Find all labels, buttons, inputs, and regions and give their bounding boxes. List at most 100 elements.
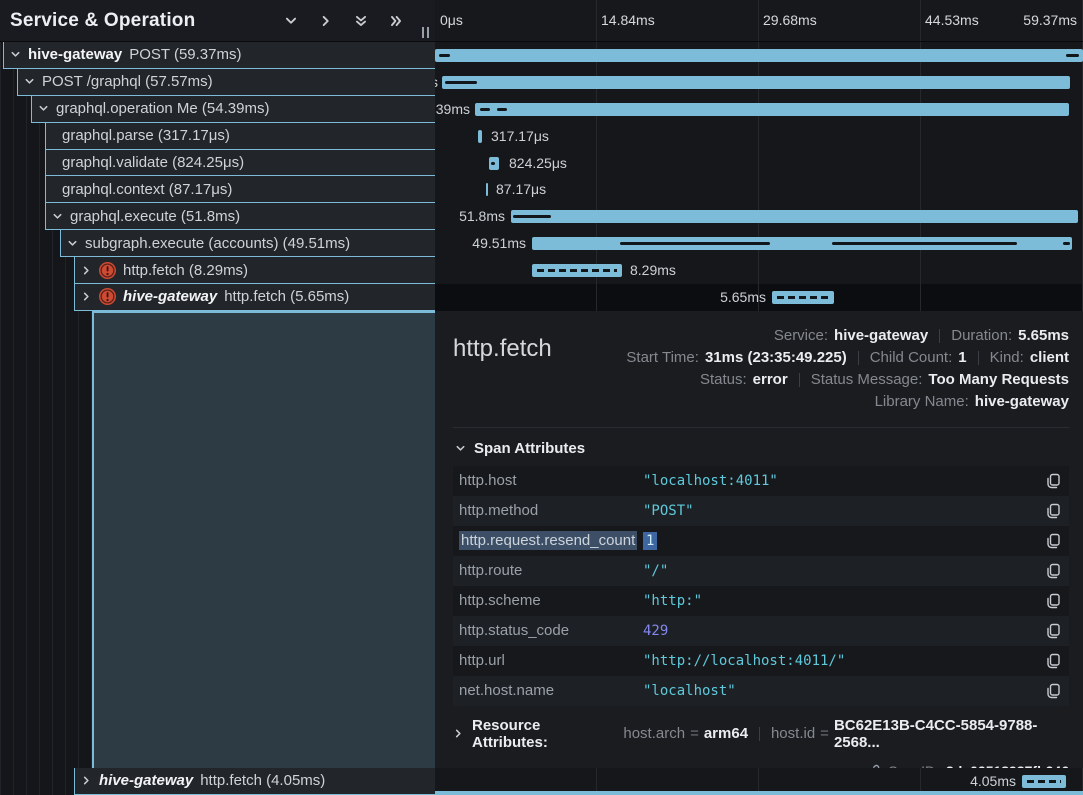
span-attributes-header[interactable]: Span Attributes	[455, 440, 1069, 457]
timeline-header: 0μs 14.84ms 29.68ms 44.53ms 59.37ms	[435, 0, 1083, 42]
copy-icon[interactable]	[1046, 503, 1061, 519]
panel-resize-handle[interactable]	[422, 27, 429, 38]
span-bar[interactable]	[532, 264, 622, 277]
tick-label: 44.53ms	[925, 12, 979, 28]
service-name: hive-gateway	[28, 46, 122, 63]
span-bar-row[interactable]: 8.29ms	[435, 257, 1083, 284]
chevron-down-icon[interactable]	[52, 211, 63, 222]
span-bar-row[interactable]: 54.39ms	[435, 96, 1083, 123]
span-bar[interactable]	[532, 237, 1072, 250]
attribute-value: "localhost:4011"	[643, 473, 1046, 489]
attribute-row[interactable]: http.route "/"	[453, 556, 1069, 586]
copy-icon[interactable]	[1046, 593, 1061, 609]
tree-row-graphql-execute[interactable]: graphql.execute (51.8ms)	[45, 203, 435, 230]
span-bar[interactable]	[475, 103, 1069, 116]
duration-label: 8.29ms	[630, 257, 676, 284]
resource-attributes-row[interactable]: Resource Attributes: host.arch = arm64 h…	[453, 717, 1069, 751]
tree-row-http-fetch-8[interactable]: http.fetch (8.29ms)	[74, 257, 435, 284]
attribute-row[interactable]: net.host.name "localhost"	[453, 676, 1069, 706]
operation-label: graphql.execute (51.8ms)	[70, 208, 240, 225]
copy-icon[interactable]	[1046, 623, 1061, 639]
operation-label: graphql.validate (824.25μs)	[62, 154, 244, 171]
copy-icon[interactable]	[1046, 533, 1061, 549]
span-bar[interactable]	[435, 49, 1083, 62]
collapse-one-icon[interactable]	[284, 14, 298, 28]
meta-label: Child Count:	[870, 349, 953, 366]
meta-value-status: error	[753, 371, 788, 388]
duration-label: 5.65ms	[706, 284, 766, 311]
attribute-row[interactable]: http.scheme "http:"	[453, 586, 1069, 616]
copy-icon[interactable]	[1046, 683, 1061, 699]
tree-row-post-graphql[interactable]: POST /graphql (57.57ms)	[17, 69, 435, 96]
span-bar[interactable]	[478, 130, 482, 143]
span-bar-row-selected[interactable]: 5.65ms	[435, 284, 1083, 311]
span-bar-row[interactable]: 51.8ms	[435, 203, 1083, 230]
attribute-row[interactable]: http.status_code 429	[453, 616, 1069, 646]
tree-row-subgraph-execute[interactable]: subgraph.execute (accounts) (49.51ms)	[60, 230, 435, 257]
copy-icon[interactable]	[1046, 473, 1061, 489]
chevron-down-icon[interactable]	[67, 238, 78, 249]
span-bar-row[interactable]: 87.17μs	[435, 176, 1083, 203]
tree-row-graphql-operation[interactable]: graphql.operation Me (54.39ms)	[31, 96, 435, 123]
attribute-row[interactable]: http.host "localhost:4011"	[453, 466, 1069, 496]
span-bar[interactable]	[489, 157, 499, 170]
span-bar-row[interactable]: 49.51ms	[435, 230, 1083, 257]
trace-viewer: Service & Operation hive-gateway POST (5…	[0, 0, 1083, 795]
span-bar[interactable]	[442, 76, 1070, 89]
duration-label: 824.25μs	[509, 150, 567, 177]
resource-attributes-title: Resource Attributes:	[472, 717, 611, 751]
tick-label: 59.37ms	[1023, 12, 1077, 28]
attribute-row[interactable]: http.method "POST"	[453, 496, 1069, 526]
span-bar[interactable]	[511, 210, 1078, 223]
chevron-right-icon[interactable]	[81, 775, 92, 786]
tree-row-http-fetch-4[interactable]: hive-gateway http.fetch (4.05ms)	[74, 768, 435, 795]
span-bar[interactable]	[772, 291, 834, 304]
tree-row-http-fetch-5-selected[interactable]: hive-gateway http.fetch (5.65ms)	[74, 284, 435, 311]
attribute-value: "http:"	[643, 593, 1046, 609]
attribute-value: "/"	[643, 563, 1046, 579]
selected-span-highlight-box[interactable]	[92, 311, 435, 768]
attribute-row[interactable]: http.url "http://localhost:4011/"	[453, 646, 1069, 676]
chevron-down-icon[interactable]	[38, 103, 49, 114]
expand-all-icon[interactable]	[389, 14, 403, 28]
attribute-value: "localhost"	[643, 683, 1046, 699]
equals-sign: =	[820, 725, 829, 742]
meta-label: Kind:	[990, 349, 1024, 366]
copy-icon[interactable]	[1046, 563, 1061, 579]
span-bar-row[interactable]: 57.57ms	[435, 69, 1083, 96]
attribute-value: "http://localhost:4011/"	[643, 653, 1046, 669]
chevron-right-icon[interactable]	[81, 291, 92, 302]
tree-row-hive-gateway-post[interactable]: hive-gateway POST (59.37ms)	[3, 42, 435, 69]
attribute-key: http.url	[459, 652, 643, 669]
operation-label: graphql.parse (317.17μs)	[62, 127, 230, 144]
duration-label: 54.39ms	[435, 96, 470, 123]
tick-label: 14.84ms	[601, 12, 655, 28]
span-bar-row[interactable]: 317.17μs	[435, 123, 1083, 150]
span-bar[interactable]	[1022, 775, 1066, 788]
duration-label: 51.8ms	[445, 203, 505, 230]
chevron-down-icon[interactable]	[24, 76, 35, 87]
expanded-span-region	[0, 311, 435, 768]
resource-value: BC62E13B-C4CC-5854-9788-2568...	[834, 717, 1069, 751]
span-bar[interactable]	[486, 183, 488, 196]
service-name: hive-gateway	[123, 288, 217, 305]
span-attributes-table: http.host "localhost:4011" http.method "…	[453, 466, 1069, 706]
chevron-down-icon[interactable]	[10, 49, 21, 60]
span-bar-row[interactable]	[435, 42, 1083, 69]
tree-row-graphql-context[interactable]: graphql.context (87.17μs)	[45, 176, 435, 203]
duration-label: 57.57ms	[435, 69, 438, 96]
expand-one-icon[interactable]	[319, 14, 333, 28]
copy-icon[interactable]	[1046, 653, 1061, 669]
duration-label: 87.17μs	[496, 176, 546, 203]
equals-sign: =	[690, 725, 699, 742]
attribute-value: "POST"	[643, 503, 1046, 519]
tree-row-graphql-parse[interactable]: graphql.parse (317.17μs)	[45, 123, 435, 150]
tree-row-graphql-validate[interactable]: graphql.validate (824.25μs)	[45, 150, 435, 177]
attribute-row-selected[interactable]: http.request.resend_count 1	[453, 526, 1069, 556]
span-bar-row[interactable]: 824.25μs	[435, 150, 1083, 177]
chevron-right-icon[interactable]	[81, 265, 92, 276]
resource-value: arm64	[704, 725, 748, 742]
operation-label: http.fetch (8.29ms)	[123, 262, 248, 279]
error-icon	[99, 262, 116, 279]
collapse-all-icon[interactable]	[354, 14, 368, 28]
